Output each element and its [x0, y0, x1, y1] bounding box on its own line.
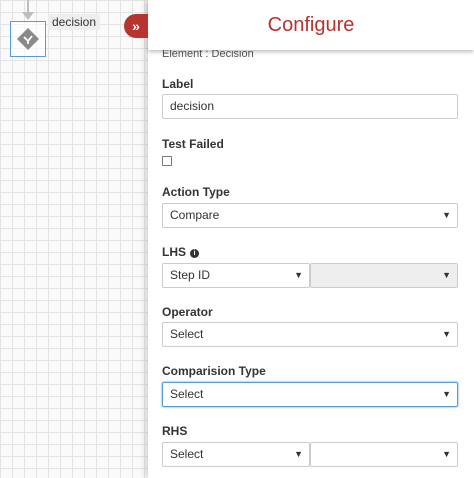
action-type-label: Action Type — [162, 185, 230, 199]
comparision-type-label: Comparision Type — [162, 364, 266, 378]
decision-node-icon[interactable] — [16, 27, 40, 51]
lhs-label-text: LHS — [162, 245, 186, 259]
test-failed-checkbox[interactable] — [162, 156, 172, 166]
action-type-select[interactable]: Compare ▼ — [162, 203, 458, 228]
double-chevron-right-icon: » — [132, 18, 140, 34]
rhs-label: RHS — [162, 424, 188, 438]
caret-down-icon: ▼ — [442, 329, 451, 339]
caret-down-icon: ▼ — [442, 270, 451, 280]
caret-down-icon: ▼ — [294, 270, 303, 280]
rhs-type-value: Select — [170, 447, 204, 461]
caret-down-icon: ▼ — [442, 210, 451, 220]
label-input[interactable]: decision — [162, 94, 458, 119]
label-field-label: Label — [162, 77, 194, 91]
panel-title: Configure — [267, 14, 355, 36]
operator-select[interactable]: Select ▼ — [162, 322, 458, 347]
collapse-panel-button[interactable]: » — [124, 14, 148, 38]
caret-down-icon: ▼ — [294, 449, 303, 459]
test-failed-label: Test Failed — [162, 137, 224, 151]
action-type-value: Compare — [170, 208, 220, 222]
rhs-type-select[interactable]: Select ▼ — [162, 442, 310, 467]
caret-down-icon: ▼ — [442, 449, 451, 459]
rhs-value-select[interactable]: ▼ — [310, 442, 458, 467]
caret-down-icon: ▼ — [442, 389, 451, 399]
comparision-type-select[interactable]: Select ▼ — [162, 382, 458, 407]
operator-label: Operator — [162, 305, 213, 319]
operator-value: Select — [170, 327, 204, 341]
configure-panel: Configure Element : Decision Label decis… — [148, 0, 474, 478]
lhs-label: LHS i — [162, 245, 199, 259]
panel-header: Configure — [148, 0, 474, 50]
workflow-canvas[interactable]: decision — [0, 0, 148, 478]
comparision-type-value: Select — [170, 387, 204, 401]
lhs-type-value: Step ID — [170, 268, 211, 282]
node-label[interactable]: decision — [48, 14, 101, 30]
info-icon[interactable]: i — [190, 249, 199, 258]
lhs-type-select[interactable]: Step ID ▼ — [162, 263, 310, 288]
lhs-value-select[interactable]: ▼ — [310, 263, 458, 288]
connector-arrow — [22, 12, 34, 20]
